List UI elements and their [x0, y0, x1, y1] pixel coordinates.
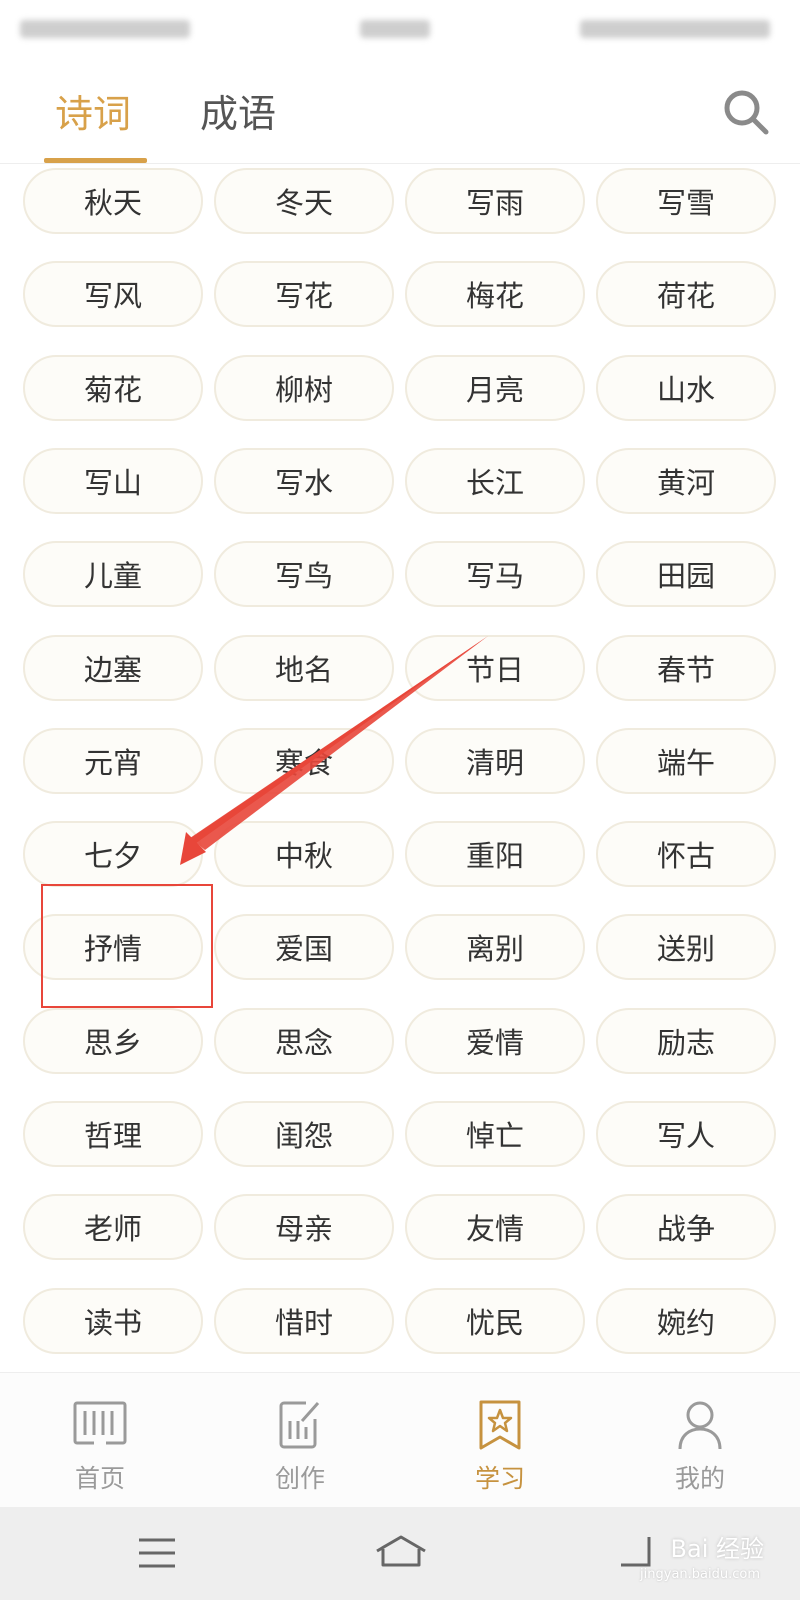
watermark-url: jingyan.baidu.com — [640, 1567, 760, 1582]
topic-chip[interactable]: 抒情 — [23, 914, 203, 980]
topic-chip[interactable]: 菊花 — [23, 355, 203, 421]
topic-chip[interactable]: 老师 — [23, 1194, 203, 1260]
topic-chip[interactable]: 柳树 — [214, 355, 394, 421]
topic-chip[interactable]: 七夕 — [23, 821, 203, 887]
nav-mine[interactable]: 我的 — [600, 1373, 800, 1508]
topic-chip[interactable]: 写水 — [214, 448, 394, 514]
topic-chip[interactable]: 思乡 — [23, 1008, 203, 1074]
topic-chip[interactable]: 边塞 — [23, 635, 203, 701]
topic-chip[interactable]: 爱情 — [405, 1008, 585, 1074]
topic-chip[interactable]: 写马 — [405, 541, 585, 607]
topic-chip[interactable]: 战争 — [596, 1194, 776, 1260]
topic-chip[interactable]: 读书 — [23, 1288, 203, 1354]
topic-chip[interactable]: 写山 — [23, 448, 203, 514]
topic-chip[interactable]: 梅花 — [405, 261, 585, 327]
topic-chip[interactable]: 写人 — [596, 1101, 776, 1167]
topic-chip[interactable]: 山水 — [596, 355, 776, 421]
home-outline-icon — [376, 1535, 426, 1567]
topic-grid: 秋天 冬天 写雨 写雪写风 写花 梅花 荷花菊花 柳树 月亮 山水写山 写水 长江 黄河儿童 写鸟 写马 田园… — [0, 165, 800, 1370]
tab-shici[interactable]: 诗词 — [55, 84, 131, 144]
topic-chip[interactable]: 春节 — [596, 635, 776, 701]
topic-chip[interactable]: 悼亡 — [405, 1101, 585, 1167]
topic-chip[interactable]: 婉约 — [596, 1288, 776, 1354]
topic-chip[interactable]: 黄河 — [596, 448, 776, 514]
topic-chip[interactable]: 爱国 — [214, 914, 394, 980]
topic-chip[interactable]: 端午 — [596, 728, 776, 794]
write-icon — [279, 1401, 320, 1449]
topic-chip[interactable]: 忧民 — [405, 1288, 585, 1354]
status-icons-blur — [580, 20, 770, 38]
topic-chip[interactable]: 中秋 — [214, 821, 394, 887]
person-icon — [678, 1401, 722, 1450]
tab-chengyu[interactable]: 成语 — [200, 84, 276, 144]
topic-chip[interactable]: 励志 — [596, 1008, 776, 1074]
nav-study[interactable]: 学习 — [400, 1373, 600, 1508]
topic-chip[interactable]: 寒食 — [214, 728, 394, 794]
topic-chip[interactable]: 闺怨 — [214, 1101, 394, 1167]
topic-chip[interactable]: 写雪 — [596, 168, 776, 234]
topic-chip[interactable]: 离别 — [405, 914, 585, 980]
nav-label-mine: 我的 — [674, 1464, 725, 1493]
topic-chip[interactable]: 写风 — [23, 261, 203, 327]
topic-chip[interactable]: 送别 — [596, 914, 776, 980]
nav-label-home: 首页 — [74, 1464, 125, 1493]
topic-chip[interactable]: 哲理 — [23, 1101, 203, 1167]
topic-chip[interactable]: 长江 — [405, 448, 585, 514]
topic-chip[interactable]: 冬天 — [214, 168, 394, 234]
system-navigation-bar: Bai 经验 jingyan.baidu.com — [0, 1507, 800, 1600]
top-tab-bar: 诗词 成语 — [0, 58, 800, 164]
topic-chip[interactable]: 儿童 — [23, 541, 203, 607]
status-carrier-blur — [20, 20, 190, 38]
bottom-navigation: 首页 创作 学习 我的 — [0, 1372, 800, 1507]
nav-label-create: 创作 — [274, 1464, 325, 1493]
status-bar — [0, 0, 800, 58]
star-bookmark-icon — [479, 1400, 521, 1450]
topic-chip[interactable]: 怀古 — [596, 821, 776, 887]
topic-chip[interactable]: 母亲 — [214, 1194, 394, 1260]
topic-chip[interactable]: 地名 — [214, 635, 394, 701]
topic-chip[interactable]: 节日 — [405, 635, 585, 701]
topic-chip[interactable]: 秋天 — [23, 168, 203, 234]
topic-chip[interactable]: 写鸟 — [214, 541, 394, 607]
menu-icon — [139, 1538, 175, 1568]
nav-label-study: 学习 — [474, 1464, 525, 1493]
watermark-logo: Bai 经验 — [670, 1535, 764, 1563]
active-tab-indicator — [44, 158, 147, 163]
topic-chip[interactable]: 月亮 — [405, 355, 585, 421]
topic-chip[interactable]: 惜时 — [214, 1288, 394, 1354]
topic-chip[interactable]: 荷花 — [596, 261, 776, 327]
topic-chip[interactable]: 友情 — [405, 1194, 585, 1260]
home-button[interactable] — [366, 1527, 436, 1579]
nav-create[interactable]: 创作 — [200, 1373, 400, 1508]
topic-chip[interactable]: 思念 — [214, 1008, 394, 1074]
menu-button[interactable] — [122, 1527, 192, 1579]
search-button[interactable] — [720, 82, 772, 142]
status-time-blur — [360, 20, 430, 38]
topic-chip[interactable]: 田园 — [596, 541, 776, 607]
topic-chip[interactable]: 写雨 — [405, 168, 585, 234]
topic-chip[interactable]: 写花 — [214, 261, 394, 327]
home-books-icon — [73, 1401, 127, 1445]
nav-home[interactable]: 首页 — [0, 1373, 200, 1508]
search-icon — [724, 90, 769, 135]
topic-chip[interactable]: 重阳 — [405, 821, 585, 887]
topic-chip[interactable]: 清明 — [405, 728, 585, 794]
topic-chip[interactable]: 元宵 — [23, 728, 203, 794]
